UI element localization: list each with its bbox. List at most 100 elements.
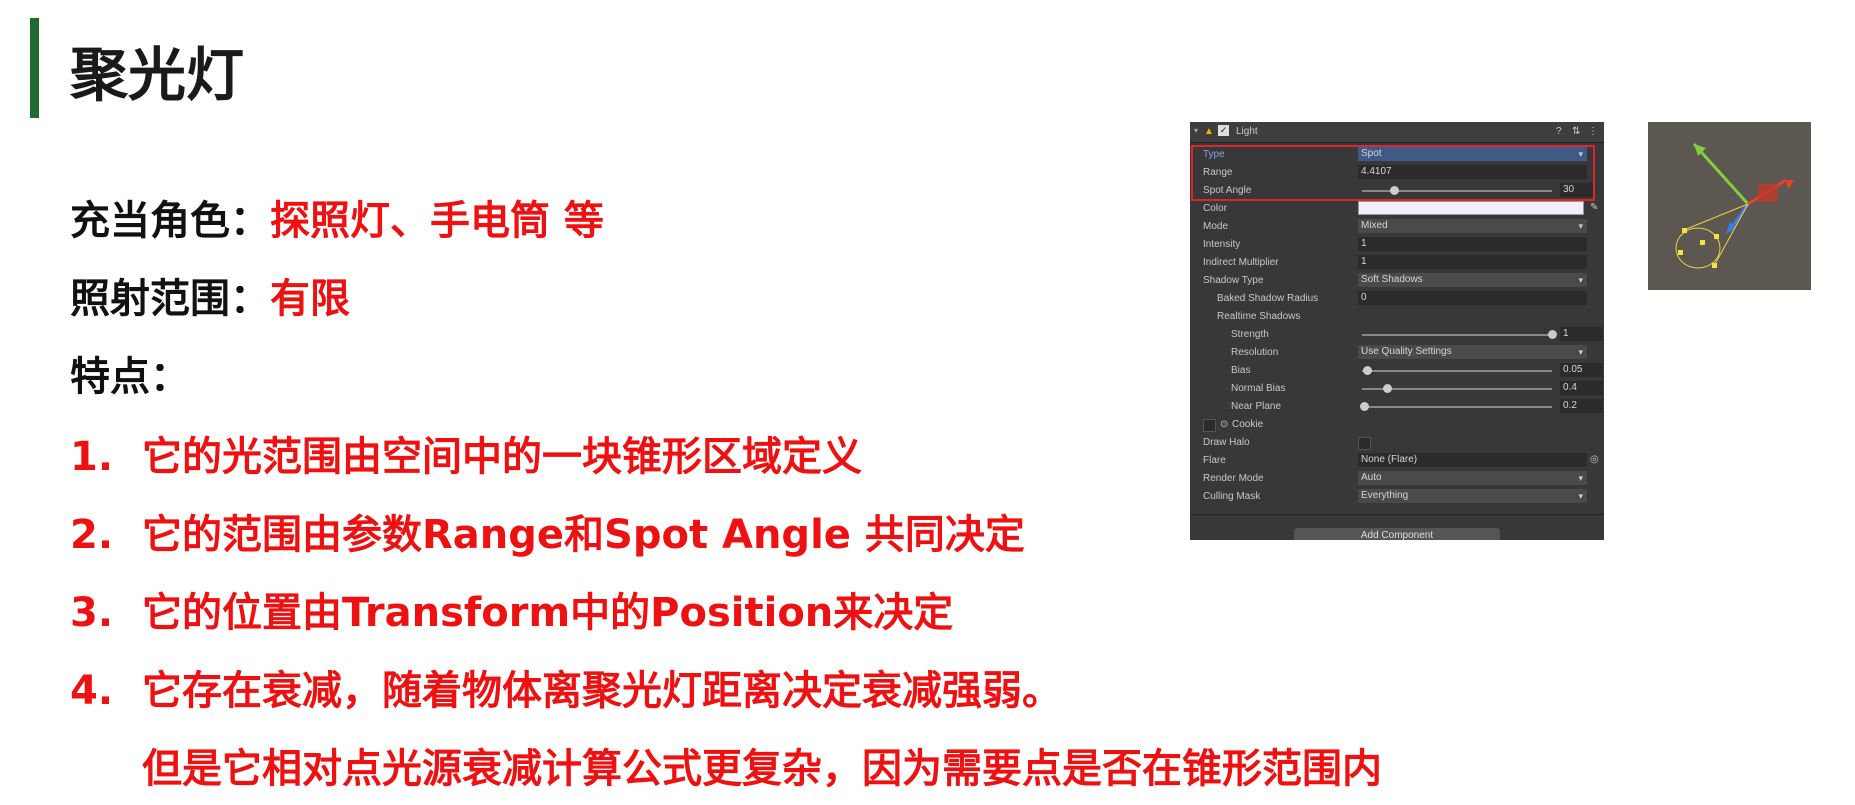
near-plane-row: Near Plane 0.2 [1190, 398, 1604, 416]
slide-title: 聚光灯 [70, 41, 245, 109]
normal-bias-label: Normal Bias [1231, 383, 1286, 394]
flare-row: Flare None (Flare) ◎ [1190, 452, 1604, 470]
mode-row: Mode Mixed [1190, 218, 1604, 236]
draw-halo-row: Draw Halo [1190, 434, 1604, 452]
flare-field[interactable]: None (Flare) [1358, 453, 1587, 467]
light-bulb-icon: ▲ [1204, 126, 1214, 137]
item-number: 3. [70, 590, 114, 636]
divider [1190, 514, 1604, 515]
shadow-type-label: Shadow Type [1203, 275, 1264, 286]
range-label: 照射范围： [70, 276, 270, 322]
features-line: 特点： [70, 344, 190, 402]
intensity-row: Intensity 1 [1190, 236, 1604, 254]
component-name: Light [1236, 126, 1258, 137]
cookie-label: Cookie [1232, 419, 1264, 430]
slider-knob[interactable] [1390, 186, 1399, 195]
bias-field[interactable]: 0.05 [1560, 363, 1603, 377]
item-text: 它的光范围由空间中的一块锥形区域定义 [142, 434, 862, 480]
resolution-dropdown[interactable]: Use Quality Settings [1358, 345, 1587, 359]
strength-slider[interactable] [1362, 334, 1552, 336]
bias-label: Bias [1231, 365, 1251, 376]
baked-radius-label: Baked Shadow Radius [1217, 293, 1319, 304]
item-number: 2. [70, 512, 114, 558]
range-field[interactable]: 4.4107 [1358, 165, 1587, 179]
range-line: 照射范围：有限 [70, 266, 350, 324]
slider-knob[interactable] [1360, 402, 1369, 411]
help-icon[interactable]: ? [1556, 126, 1562, 137]
color-label: Color [1203, 203, 1227, 214]
render-mode-row: Render Mode Auto [1190, 470, 1604, 488]
normal-bias-field[interactable]: 0.4 [1560, 381, 1603, 395]
list-item: 2. 它的范围由参数Range和Spot Angle 共同决定 [70, 502, 1025, 560]
indirect-field[interactable]: 1 [1358, 255, 1587, 269]
list-item: 3. 它的位置由Transform中的Position来决定 [70, 580, 953, 638]
draw-halo-checkbox[interactable] [1358, 437, 1371, 450]
indirect-row: Indirect Multiplier 1 [1190, 254, 1604, 272]
list-item: 4. 它存在衰减，随着物体离聚光灯距离决定衰减强弱。 [70, 658, 1062, 716]
menu-icon[interactable]: ⋮ [1588, 126, 1598, 137]
indirect-label: Indirect Multiplier [1203, 257, 1279, 268]
spot-angle-label: Spot Angle [1203, 185, 1252, 196]
range-label: Range [1203, 167, 1233, 178]
intensity-label: Intensity [1203, 239, 1241, 250]
near-plane-label: Near Plane [1231, 401, 1282, 412]
type-label: Type [1203, 149, 1225, 160]
baked-radius-row: Baked Shadow Radius 0 [1190, 290, 1604, 308]
bias-row: Bias 0.05 [1190, 362, 1604, 380]
scene-view-thumbnail [1648, 122, 1811, 290]
near-plane-field[interactable]: 0.2 [1560, 399, 1603, 413]
shadow-type-row: Shadow Type Soft Shadows [1190, 272, 1604, 290]
slider-knob[interactable] [1383, 384, 1392, 393]
mode-label: Mode [1203, 221, 1229, 232]
normal-bias-row: Normal Bias 0.4 [1190, 380, 1604, 398]
cookie-foldout[interactable] [1203, 419, 1216, 432]
item-text: 它存在衰减，随着物体离聚光灯距离决定衰减强弱。 [142, 668, 1062, 714]
object-picker-icon[interactable]: ◎ [1590, 454, 1599, 465]
realtime-label: Realtime Shadows [1217, 311, 1301, 322]
near-plane-slider[interactable] [1362, 406, 1552, 408]
preset-icon[interactable]: ⇅ [1572, 126, 1580, 137]
item-number: 1. [70, 434, 114, 480]
add-component-button[interactable]: Add Component [1294, 528, 1500, 540]
light-inspector: ▾ ▲ ✓ Light ? ⇅ ⋮ Type Spot Range 4.4107… [1190, 122, 1604, 540]
foldout-arrow-icon[interactable]: ▾ [1194, 126, 1198, 135]
culling-dropdown[interactable]: Everything [1358, 489, 1587, 503]
item-text: 它的位置由Transform中的Position来决定 [142, 590, 954, 636]
strength-field[interactable]: 1 [1560, 327, 1603, 341]
slider-knob[interactable] [1363, 366, 1372, 375]
spot-angle-field[interactable]: 30 [1560, 183, 1593, 197]
render-mode-label: Render Mode [1203, 473, 1264, 484]
enable-checkbox[interactable]: ✓ [1218, 125, 1229, 136]
cookie-row: ⊙ Cookie [1190, 416, 1604, 434]
features-label: 特点： [70, 354, 190, 400]
slider-knob[interactable] [1548, 330, 1557, 339]
bias-slider[interactable] [1362, 370, 1552, 372]
culling-label: Culling Mask [1203, 491, 1261, 502]
intensity-field[interactable]: 1 [1358, 237, 1587, 251]
resolution-row: Resolution Use Quality Settings [1190, 344, 1604, 362]
eyedropper-icon[interactable]: ✎ [1590, 202, 1598, 213]
inspector-header: ▾ ▲ ✓ Light ? ⇅ ⋮ [1190, 122, 1604, 143]
range-row: Range 4.4107 [1190, 164, 1604, 182]
title-accent-bar [30, 18, 39, 118]
spotlight-gizmo-icon [1675, 142, 1794, 269]
resolution-label: Resolution [1231, 347, 1279, 358]
list-item: 1. 它的光范围由空间中的一块锥形区域定义 [70, 424, 862, 482]
type-dropdown[interactable]: Spot [1358, 147, 1587, 161]
shadow-type-dropdown[interactable]: Soft Shadows [1358, 273, 1587, 287]
mode-dropdown[interactable]: Mixed [1358, 219, 1587, 233]
color-row: Color ✎ [1190, 200, 1604, 218]
draw-halo-label: Draw Halo [1203, 437, 1250, 448]
role-value: 探照灯、手电筒 等 [270, 198, 604, 244]
color-field[interactable] [1358, 201, 1584, 215]
role-line: 充当角色：探照灯、手电筒 等 [70, 188, 604, 246]
spot-angle-row: Spot Angle 30 [1190, 182, 1604, 200]
render-mode-dropdown[interactable]: Auto [1358, 471, 1587, 485]
item-continuation: 但是它相对点光源衰减计算公式更复杂，因为需要点是否在锥形范围内 [142, 746, 1382, 792]
role-label: 充当角色： [70, 198, 270, 244]
realtime-row: Realtime Shadows [1190, 308, 1604, 326]
type-row: Type Spot [1190, 146, 1604, 164]
baked-radius-field[interactable]: 0 [1358, 291, 1587, 305]
cookie-icon: ⊙ [1220, 419, 1229, 430]
item-text: 它的范围由参数Range和Spot Angle 共同决定 [142, 512, 1025, 558]
